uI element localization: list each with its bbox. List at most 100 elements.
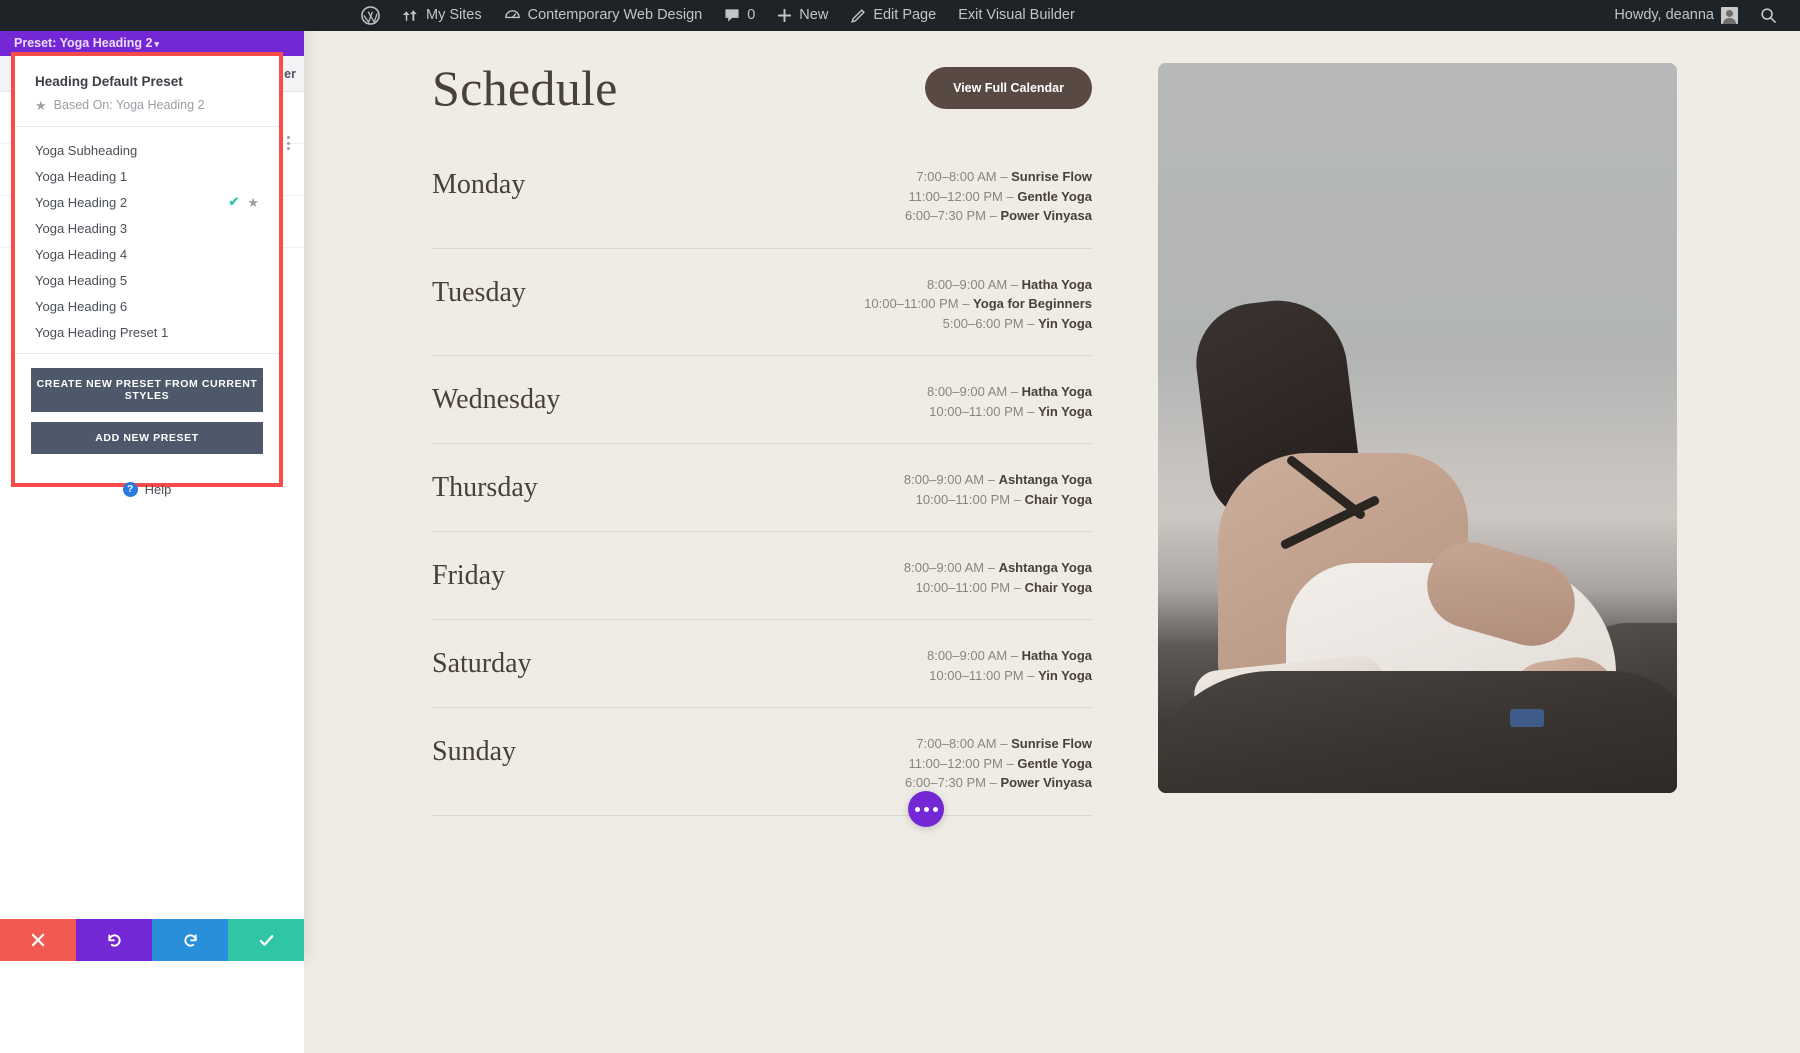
schedule-class-line: 7:00–8:00 AM – Sunrise Flow (905, 167, 1092, 187)
class-time: 7:00–8:00 AM – (916, 169, 1011, 184)
wordpress-logo-icon (361, 6, 380, 25)
admin-bar-item-new[interactable]: New (766, 0, 839, 31)
preset-list-item[interactable]: Yoga Heading 5 (15, 267, 279, 293)
class-time: 10:00–11:00 PM – (929, 404, 1038, 419)
admin-bar-right-group: Howdy, deanna (1603, 0, 1800, 31)
schedule-class-line: 7:00–8:00 AM – Sunrise Flow (905, 734, 1092, 754)
schedule-column: Schedule View Full Calendar Monday 7:00–8… (432, 59, 1092, 836)
panel-tab-partial-label[interactable]: er (284, 67, 296, 81)
preset-list-item[interactable]: Yoga Subheading (15, 137, 279, 163)
schedule-day-name: Tuesday (432, 275, 526, 309)
admin-bar-item-my-sites[interactable]: My Sites (391, 0, 493, 31)
class-time: 8:00–9:00 AM – (904, 472, 999, 487)
class-time: 8:00–9:00 AM – (927, 648, 1022, 663)
wordpress-logo-button[interactable] (350, 0, 391, 31)
check-icon: ✔ (228, 194, 239, 210)
schedule-class-line: 8:00–9:00 AM – Hatha Yoga (927, 646, 1092, 666)
schedule-class-line: 8:00–9:00 AM – Hatha Yoga (927, 382, 1092, 402)
preset-list-item[interactable]: Yoga Heading 2✔★ (15, 189, 279, 215)
class-name: Chair Yoga (1025, 492, 1092, 507)
add-new-preset-button[interactable]: Add New Preset (31, 422, 263, 454)
panel-row-kebab-icon[interactable] (287, 136, 290, 150)
schedule-day-row: Wednesday8:00–9:00 AM – Hatha Yoga10:00–… (432, 376, 1092, 444)
dashboard-icon (504, 8, 521, 24)
class-time: 10:00–11:00 PM – (916, 492, 1025, 507)
schedule-day-name: Monday (432, 167, 525, 201)
schedule-class-line: 6:00–7:30 PM – Power Vinyasa (905, 773, 1092, 793)
page-header: Schedule View Full Calendar (432, 59, 1092, 117)
schedule-day-name: Wednesday (432, 382, 560, 416)
class-name: Yin Yoga (1038, 668, 1092, 683)
admin-bar-item-site-name[interactable]: Contemporary Web Design (493, 0, 714, 31)
schedule-day-row: Saturday8:00–9:00 AM – Hatha Yoga10:00–1… (432, 640, 1092, 708)
star-icon[interactable]: ★ (247, 196, 259, 209)
preset-list-item[interactable]: Yoga Heading 6 (15, 293, 279, 319)
class-time: 11:00–12:00 PM – (908, 756, 1017, 771)
redo-button[interactable] (152, 919, 228, 961)
admin-bar-label: Edit Page (873, 0, 936, 31)
preset-selector[interactable]: Preset: Yoga Heading 2▾ (14, 36, 290, 50)
create-new-preset-button[interactable]: Create New Preset From Current Styles (31, 368, 263, 412)
schedule-class-list: 8:00–9:00 AM – Ashtanga Yoga10:00–11:00 … (904, 470, 1092, 509)
admin-bar-item-howdy[interactable]: Howdy, deanna (1603, 0, 1749, 31)
class-time: 7:00–8:00 AM – (916, 736, 1011, 751)
schedule-class-line: 11:00–12:00 PM – Gentle Yoga (905, 754, 1092, 774)
class-time: 10:00–11:00 PM – (916, 580, 1025, 595)
schedule-day-row: Sunday7:00–8:00 AM – Sunrise Flow11:00–1… (432, 728, 1092, 816)
schedule-day-name: Friday (432, 558, 505, 592)
yoga-photo (1158, 63, 1677, 793)
preset-item-label: Yoga Subheading (35, 143, 259, 158)
view-full-calendar-button[interactable]: View Full Calendar (925, 67, 1092, 109)
schedule-day-name: Saturday (432, 646, 532, 680)
schedule-class-line: 8:00–9:00 AM – Hatha Yoga (864, 275, 1092, 295)
star-icon: ★ (35, 99, 47, 112)
help-link[interactable]: ? Help (31, 464, 263, 497)
preset-list-item[interactable]: Yoga Heading Preset 1 (15, 319, 279, 345)
close-icon (31, 933, 45, 947)
schedule-class-list: 7:00–8:00 AM – Sunrise Flow11:00–12:00 P… (905, 167, 1092, 226)
admin-bar-label: Contemporary Web Design (528, 0, 703, 31)
preset-list-item[interactable]: Yoga Heading 1 (15, 163, 279, 189)
preset-list-item[interactable]: Yoga Heading 4 (15, 241, 279, 267)
class-name: Chair Yoga (1025, 580, 1092, 595)
preset-dropdown-highlight: Heading Default Preset ★ Based On: Yoga … (11, 52, 283, 487)
content-columns: Schedule View Full Calendar Monday 7:00–8… (304, 31, 1800, 836)
preset-item-label: Yoga Heading 6 (35, 299, 259, 314)
schedule-day-row: Monday 7:00–8:00 AM – Sunrise Flow11:00–1… (432, 161, 1092, 249)
page-settings-fab[interactable] (908, 791, 944, 827)
save-button[interactable] (228, 919, 304, 961)
schedule-day-name: Sunday (432, 734, 516, 768)
search-icon (1760, 7, 1777, 24)
photo-tag (1510, 709, 1544, 727)
class-time: 8:00–9:00 AM – (927, 277, 1022, 292)
preset-item-label: Yoga Heading 1 (35, 169, 259, 184)
check-icon (258, 932, 275, 949)
preset-item-label: Yoga Heading 5 (35, 273, 259, 288)
default-preset-section[interactable]: Heading Default Preset ★ Based On: Yoga … (15, 56, 279, 127)
admin-bar-search-button[interactable] (1749, 0, 1788, 31)
plus-icon (777, 8, 792, 23)
class-name: Yoga for Beginners (973, 296, 1092, 311)
admin-bar-label: Exit Visual Builder (958, 0, 1075, 31)
schedule-day-row: Thursday8:00–9:00 AM – Ashtanga Yoga10:0… (432, 464, 1092, 532)
admin-bar-item-edit-page[interactable]: Edit Page (839, 0, 947, 31)
default-preset-title: Heading Default Preset (35, 74, 259, 89)
based-on-label: Based On: Yoga Heading 2 (54, 98, 205, 112)
admin-bar-item-comments[interactable]: 0 (713, 0, 766, 31)
admin-bar-label: My Sites (426, 0, 482, 31)
class-name: Hatha Yoga (1022, 277, 1092, 292)
preset-list-item[interactable]: Yoga Heading 3 (15, 215, 279, 241)
undo-button[interactable] (76, 919, 152, 961)
class-time: 6:00–7:30 PM – (905, 208, 1000, 223)
page-content-area: Schedule View Full Calendar Monday 7:00–8… (304, 31, 1800, 961)
class-name: Power Vinyasa (1000, 208, 1092, 223)
schedule-class-line: 5:00–6:00 PM – Yin Yoga (864, 314, 1092, 334)
schedule-class-list: 8:00–9:00 AM – Hatha Yoga10:00–11:00 PM … (927, 382, 1092, 421)
class-name: Yin Yoga (1038, 316, 1092, 331)
schedule-class-line: 10:00–11:00 PM – Yin Yoga (927, 402, 1092, 422)
sites-icon (402, 8, 419, 23)
admin-bar-item-exit-visual-builder[interactable]: Exit Visual Builder (947, 0, 1086, 31)
comment-icon (724, 8, 740, 23)
discard-button[interactable] (0, 919, 76, 961)
class-time: 5:00–6:00 PM – (943, 316, 1038, 331)
